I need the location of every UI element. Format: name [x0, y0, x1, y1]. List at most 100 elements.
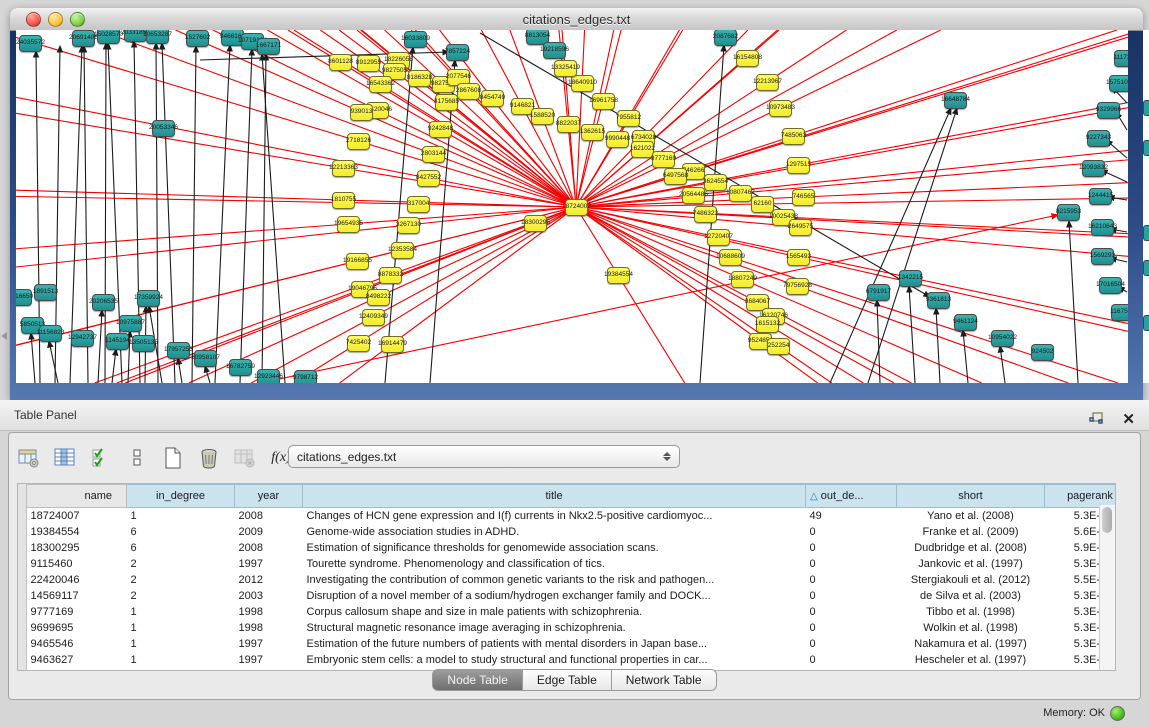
network-node[interactable]: 12923446 — [257, 369, 280, 383]
table-row[interactable]: 911546021997Tourette syndrome. Phenomeno… — [27, 556, 1117, 572]
network-node[interactable]: 18640910 — [571, 75, 594, 92]
network-node[interactable]: 13325419 — [554, 60, 577, 77]
network-node[interactable]: 1588520 — [531, 108, 554, 125]
network-node[interactable]: 10954022 — [991, 330, 1014, 347]
network-node[interactable]: 10807467 — [729, 185, 752, 202]
network-node[interactable]: 8912955 — [357, 55, 380, 72]
table-row[interactable]: 2242004622012Investigating the contribut… — [27, 572, 1117, 588]
new-table-icon[interactable] — [161, 446, 185, 470]
network-node[interactable]: 9227343 — [1087, 130, 1110, 147]
column-header-outde[interactable]: △out_de... — [806, 485, 897, 508]
network-node[interactable]: 1167533 — [1111, 304, 1128, 321]
table-row[interactable]: 946362711997Embryonic stem cells: a mode… — [27, 652, 1117, 668]
network-node[interactable]: 15751024 — [1109, 75, 1128, 92]
network-node[interactable]: 8427552 — [417, 170, 440, 187]
table-row[interactable]: 1938455462009Genome-wide association stu… — [27, 524, 1117, 540]
network-node[interactable]: 17016504 — [1099, 277, 1122, 294]
network-node[interactable]: 18300295 — [524, 215, 547, 232]
network-node[interactable]: 17359924 — [137, 290, 160, 307]
network-node[interactable]: 12353584 — [391, 242, 414, 259]
network-node[interactable]: 9777169 — [652, 151, 675, 168]
network-node[interactable]: 8878332 — [379, 267, 402, 284]
column-header-year[interactable]: year — [235, 485, 303, 508]
column-chooser-icon[interactable] — [53, 446, 77, 470]
network-node[interactable]: 6497568 — [664, 168, 687, 185]
network-node[interactable]: 8601128 — [329, 54, 352, 71]
row-height-icon[interactable] — [125, 446, 149, 470]
network-node[interactable]: 17957253 — [167, 342, 190, 359]
network-node[interactable]: 1527602 — [186, 30, 209, 47]
network-node[interactable]: 18724007 — [565, 199, 588, 216]
network-node[interactable]: 2867608 — [457, 83, 480, 100]
tab-network-table[interactable]: Network Table — [612, 669, 717, 691]
network-node[interactable]: 16543362 — [369, 76, 392, 93]
network-node[interactable]: 19654935 — [337, 216, 360, 233]
select-rows-icon[interactable] — [89, 446, 113, 470]
network-node[interactable]: 9329966 — [1097, 102, 1120, 119]
tab-node-table[interactable]: Node Table — [432, 669, 523, 691]
network-node[interactable]: 7485063 — [782, 128, 805, 145]
network-node[interactable]: 16210643 — [1091, 219, 1114, 236]
network-node[interactable]: 12720407 — [707, 229, 730, 246]
network-node[interactable]: 79756928 — [786, 278, 809, 295]
network-node[interactable]: 16648784 — [944, 92, 967, 109]
network-node[interactable]: 746565 — [792, 189, 815, 206]
network-node[interactable]: 2649575 — [789, 219, 812, 236]
network-node[interactable]: 18807249 — [731, 271, 754, 288]
table-settings-icon[interactable] — [17, 446, 41, 470]
network-node[interactable]: 10653287 — [146, 30, 169, 44]
network-node[interactable]: 9461124 — [954, 314, 977, 331]
window-titlebar[interactable]: citations_edges.txt — [10, 8, 1143, 31]
network-node[interactable]: 12409349 — [362, 309, 385, 326]
network-node[interactable]: 2516650 — [16, 289, 32, 306]
network-node[interactable]: 3624554 — [704, 174, 727, 191]
table-row[interactable]: 969969511998Structural magnetic resonanc… — [27, 620, 1117, 636]
network-node[interactable]: 317004 — [407, 196, 430, 213]
network-node[interactable]: 11156823 — [39, 325, 62, 342]
network-node[interactable]: 12213967 — [756, 74, 779, 91]
table-scrollbar[interactable] — [1099, 505, 1115, 670]
network-node[interactable]: 10958107 — [194, 350, 217, 367]
network-node[interactable]: 7486322 — [694, 206, 717, 223]
network-node[interactable]: 1891513 — [34, 284, 57, 301]
network-node[interactable]: 1667171 — [257, 38, 280, 55]
network-node[interactable]: 8215953 — [1057, 204, 1080, 221]
column-header-indegree[interactable]: in_degree — [127, 485, 235, 508]
network-node[interactable]: 19166855 — [346, 253, 369, 270]
network-node[interactable]: 8822037 — [557, 116, 580, 133]
network-node[interactable]: 924502 — [1031, 344, 1054, 361]
close-panel-icon[interactable]: ✕ — [1122, 412, 1135, 427]
network-node[interactable]: 16961758 — [592, 93, 615, 110]
network-node[interactable]: 1615132 — [756, 316, 779, 333]
table-selector-dropdown[interactable]: citations_edges.txt — [288, 445, 680, 468]
column-header-name[interactable]: name — [27, 485, 127, 508]
table-row[interactable]: 1456911722003Disruption of a novel membe… — [27, 588, 1117, 604]
network-node[interactable]: 7857224 — [446, 44, 469, 61]
network-node[interactable]: 2718126 — [347, 133, 370, 150]
network-node[interactable]: 7425402 — [347, 335, 370, 352]
network-node[interactable]: 16033809 — [404, 31, 427, 48]
network-node[interactable]: 1342215 — [899, 270, 922, 287]
network-node[interactable]: 939013 — [350, 104, 373, 121]
network-node[interactable]: 15028570 — [97, 30, 120, 44]
float-panel-icon[interactable] — [1084, 407, 1108, 431]
network-node[interactable]: 3267130 — [397, 217, 420, 234]
network-node[interactable]: 8498222 — [367, 289, 390, 306]
tab-edge-table[interactable]: Edge Table — [523, 669, 612, 691]
table-row[interactable]: 946554611997Estimation of the future num… — [27, 636, 1117, 652]
network-node[interactable]: 10975887 — [119, 315, 142, 332]
network-node[interactable]: 1621022 — [631, 141, 654, 158]
network-canvas[interactable]: 2403557220691406150285702033185310653287… — [16, 30, 1128, 383]
network-node[interactable]: 16782759 — [229, 359, 252, 376]
network-node[interactable]: 2803144 — [422, 146, 445, 163]
network-node[interactable]: 9361813 — [927, 292, 950, 309]
network-node[interactable]: 19384554 — [607, 267, 630, 284]
network-node[interactable]: 2087682 — [714, 30, 737, 46]
network-node[interactable]: 6791917 — [867, 284, 890, 301]
network-node[interactable]: 20053346 — [152, 120, 175, 137]
network-node[interactable]: 1569293 — [1091, 248, 1114, 265]
network-node[interactable]: 252254 — [767, 338, 790, 355]
network-node[interactable]: 9242848 — [429, 121, 452, 138]
network-node[interactable]: 20564486 — [682, 187, 705, 204]
network-node[interactable]: 20206535 — [92, 294, 115, 311]
